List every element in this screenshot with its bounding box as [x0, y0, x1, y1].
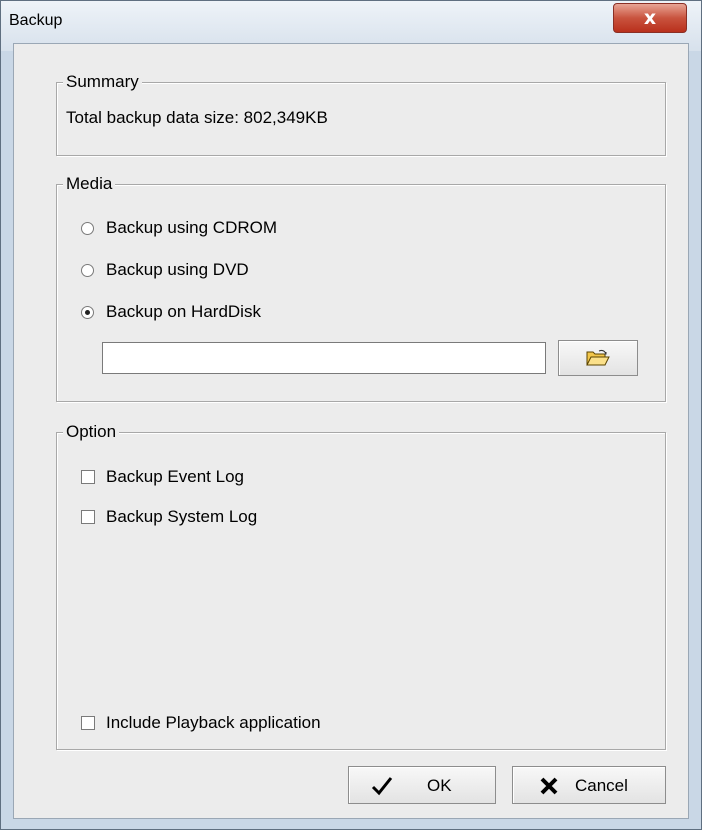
dialog-body: Summary Total backup data size: 802,349K… — [13, 43, 689, 819]
radio-harddisk-label[interactable]: Backup on HardDisk — [106, 302, 261, 322]
cancel-label: Cancel — [575, 776, 628, 795]
radio-selected-dot — [85, 310, 90, 315]
radio-cdrom-label[interactable]: Backup using CDROM — [106, 218, 277, 238]
ok-label: OK — [427, 776, 452, 795]
radio-dvd-label[interactable]: Backup using DVD — [106, 260, 249, 280]
total-size-label: Total backup data size: 802,349KB — [66, 108, 328, 127]
browse-folder-button[interactable] — [558, 340, 638, 376]
event-log-label[interactable]: Backup Event Log — [106, 467, 244, 487]
cancel-button[interactable]: Cancel — [512, 766, 666, 804]
ok-button[interactable]: OK — [348, 766, 496, 804]
include-playback-label[interactable]: Include Playback application — [106, 713, 321, 733]
close-icon: x — [643, 7, 657, 29]
open-folder-icon — [586, 349, 610, 366]
checkmark-icon — [371, 777, 393, 796]
backup-path-input[interactable] — [102, 342, 546, 374]
radio-dvd[interactable] — [81, 264, 94, 277]
system-log-checkbox[interactable] — [81, 510, 95, 524]
window-title: Backup — [9, 12, 63, 29]
media-legend: Media — [63, 174, 116, 194]
option-legend: Option — [63, 422, 120, 442]
include-playback-checkbox[interactable] — [81, 716, 95, 730]
close-button[interactable]: x — [613, 3, 687, 33]
event-log-checkbox[interactable] — [81, 470, 95, 484]
backup-window: Backup x Summary Total backup data size:… — [0, 0, 702, 830]
summary-legend: Summary — [63, 72, 142, 92]
system-log-label[interactable]: Backup System Log — [106, 507, 257, 527]
radio-harddisk[interactable] — [81, 306, 94, 319]
radio-cdrom[interactable] — [81, 222, 94, 235]
cross-icon — [540, 777, 558, 795]
